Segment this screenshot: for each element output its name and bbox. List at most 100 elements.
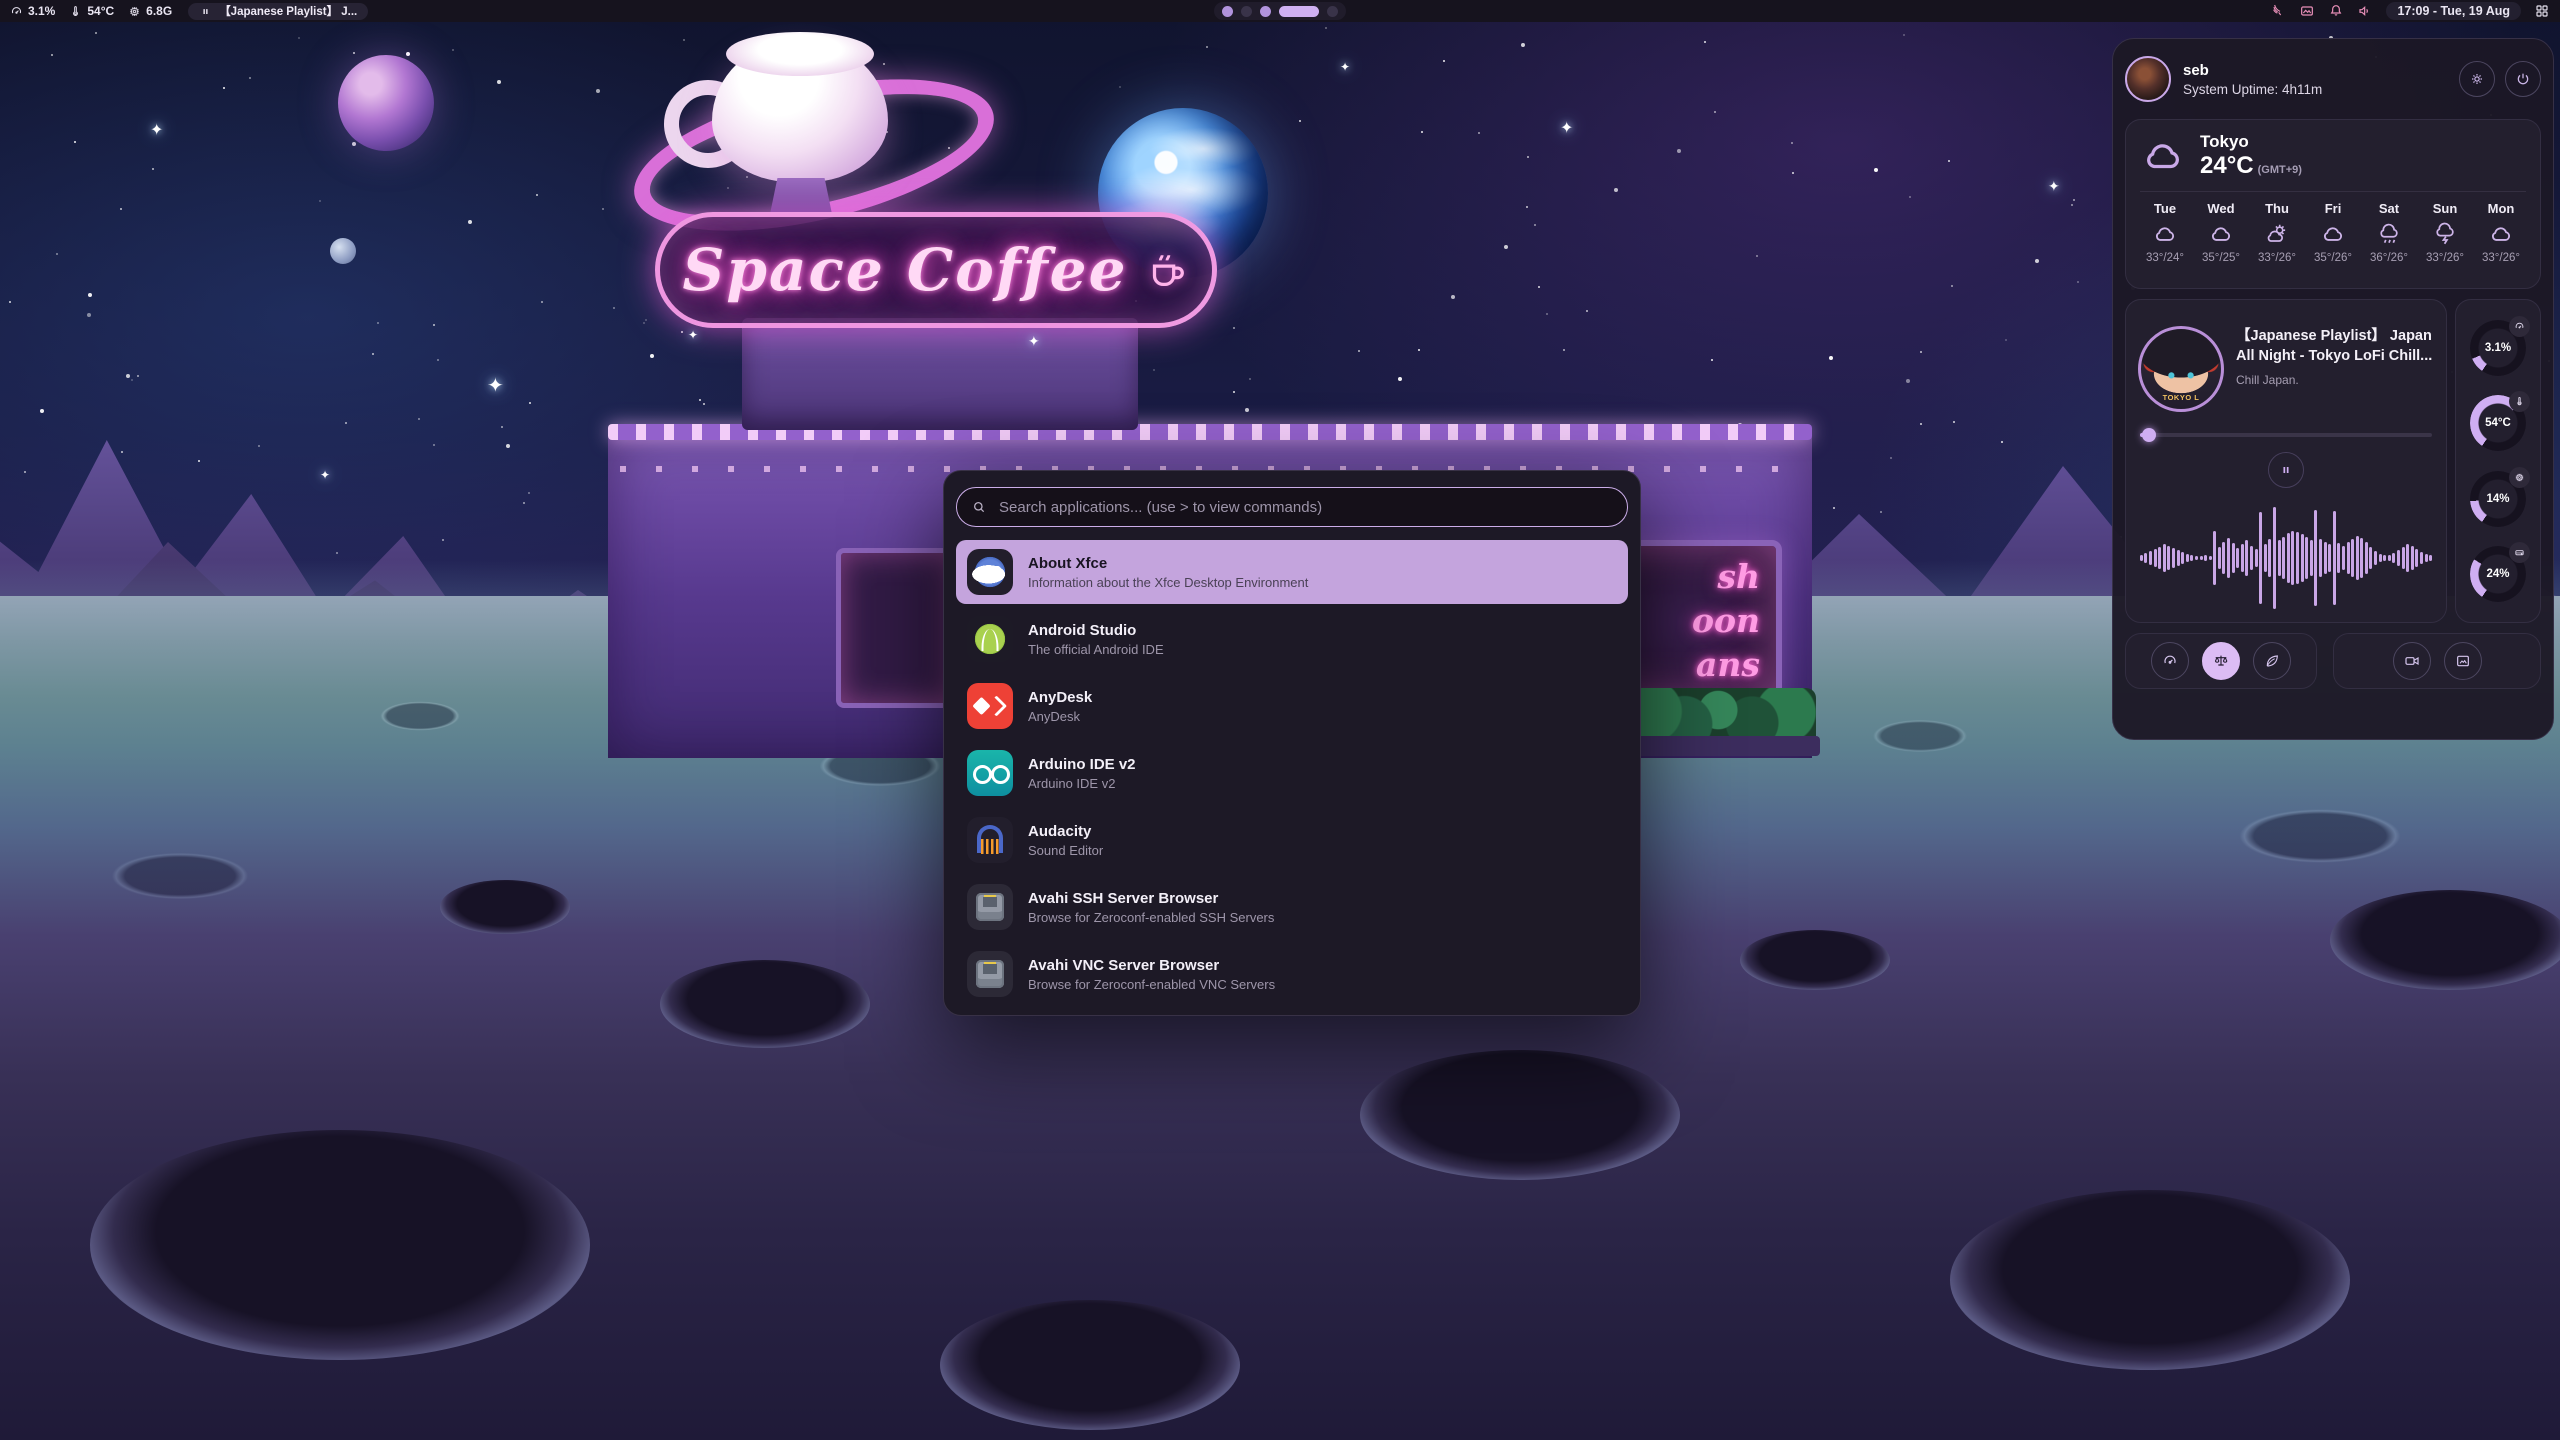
- app-list-item[interactable]: Audacity Sound Editor: [956, 808, 1628, 872]
- weather-current: Tokyo 24°C (GMT+9): [2140, 132, 2526, 180]
- app-description: AnyDesk: [1028, 709, 1092, 724]
- crater: [2330, 890, 2560, 990]
- search-input[interactable]: [997, 498, 1621, 517]
- seek-track: [2140, 433, 2432, 437]
- app-list-item[interactable]: About Xfce Information about the Xfce De…: [956, 540, 1628, 604]
- app-list-item[interactable]: Avahi SSH Server Browser Browse for Zero…: [956, 875, 1628, 939]
- app-description: Browse for Zeroconf-enabled VNC Servers: [1028, 977, 1275, 992]
- seek-knob[interactable]: [2142, 428, 2156, 442]
- forecast-temps: 33°/26°: [2426, 252, 2464, 264]
- pause-button[interactable]: [2268, 452, 2304, 488]
- ring-icon: [2514, 396, 2525, 407]
- stat-value: 3.1%: [28, 4, 55, 18]
- app-list-item[interactable]: Avahi VNC Server Browser Browse for Zero…: [956, 942, 1628, 1006]
- power-icon: [2515, 71, 2531, 87]
- topbar-stat: 3.1%: [10, 4, 55, 18]
- quick-action-button[interactable]: [2444, 642, 2482, 680]
- tray-icon[interactable]: [2299, 3, 2315, 19]
- app-description: Information about the Xfce Desktop Envir…: [1028, 575, 1308, 590]
- crater: [440, 880, 570, 934]
- stat-ring: 54°C: [2470, 395, 2526, 451]
- forecast-temps: 36°/26°: [2370, 252, 2408, 264]
- forecast-day: Sat 36°/26°: [2366, 201, 2412, 264]
- app-icon: [967, 750, 1013, 796]
- workspace-dot[interactable]: [1260, 6, 1271, 17]
- settings-button[interactable]: [2459, 61, 2495, 97]
- now-playing-pill[interactable]: 【Japanese Playlist】 J...: [188, 3, 368, 20]
- app-description: Sound Editor: [1028, 843, 1103, 858]
- album-art-label: TOKYO L: [2141, 393, 2221, 402]
- quick-action-button[interactable]: [2393, 642, 2431, 680]
- crater: [1740, 930, 1890, 990]
- stat-ring: 14%: [2470, 471, 2526, 527]
- quick-action-button[interactable]: [2202, 642, 2240, 680]
- sign-text: Space Coffee: [683, 236, 1128, 304]
- workspace-dot[interactable]: [1222, 6, 1233, 17]
- stat-value: 6.8G: [146, 4, 172, 18]
- stat-icon: [128, 5, 141, 18]
- workspace-dot[interactable]: [1279, 6, 1319, 17]
- now-playing-text: 【Japanese Playlist】 J...: [219, 3, 357, 19]
- app-text: Avahi VNC Server Browser Browse for Zero…: [1028, 957, 1275, 992]
- seek-bar[interactable]: [2138, 428, 2434, 442]
- topbar-stat: 54°C: [69, 4, 114, 18]
- system-uptime: System Uptime: 4h11m: [2183, 82, 2322, 97]
- coffee-cup-base: [770, 178, 832, 214]
- weather-temp: 24°C: [2200, 152, 2254, 180]
- forecast-day: Mon 33°/26°: [2478, 201, 2524, 264]
- search-icon: [971, 499, 987, 515]
- space-coffee-neon-sign: Space Coffee: [655, 212, 1217, 328]
- workspace-indicator[interactable]: [1214, 2, 1346, 20]
- forecast-weather-icon: [2488, 221, 2514, 247]
- clock[interactable]: 17:09 - Tue, 19 Aug: [2386, 2, 2521, 20]
- crater: [660, 960, 870, 1048]
- power-button[interactable]: [2505, 61, 2541, 97]
- ring-badge: [2509, 542, 2530, 563]
- app-name: Audacity: [1028, 823, 1103, 840]
- quick-action-button[interactable]: [2253, 642, 2291, 680]
- star-sparkle: ✦: [320, 468, 330, 482]
- forecast-day-name: Wed: [2207, 201, 2234, 216]
- app-name: Avahi VNC Server Browser: [1028, 957, 1275, 974]
- audio-waveform: [2138, 506, 2434, 610]
- workspace-dot[interactable]: [1327, 6, 1338, 17]
- app-list-item[interactable]: Arduino IDE v2 Arduino IDE v2: [956, 741, 1628, 805]
- tray-icon[interactable]: [2357, 3, 2373, 19]
- app-text: About Xfce Information about the Xfce De…: [1028, 555, 1308, 590]
- app-icon: [967, 817, 1013, 863]
- tray-icon[interactable]: [2328, 3, 2344, 19]
- forecast-day-name: Tue: [2154, 201, 2176, 216]
- tray-icon[interactable]: [2270, 3, 2286, 19]
- album-art[interactable]: TOKYO L: [2138, 326, 2224, 412]
- stat-value: 54°C: [87, 4, 114, 18]
- dashboard-grid-icon[interactable]: [2534, 3, 2550, 19]
- forecast-weather-icon: [2376, 221, 2402, 247]
- search-box[interactable]: [956, 487, 1628, 527]
- application-launcher: About Xfce Information about the Xfce De…: [943, 470, 1641, 1016]
- app-icon: [967, 683, 1013, 729]
- divider: [2140, 191, 2526, 192]
- crater: [1950, 1190, 2350, 1370]
- stat-icon: [69, 5, 82, 18]
- cloud-icon: [2140, 133, 2186, 179]
- forecast-temps: 35°/25°: [2202, 252, 2240, 264]
- widget-panel: seb System Uptime: 4h11m Tokyo 24°C (GMT…: [2112, 38, 2554, 740]
- app-list-item[interactable]: AnyDesk AnyDesk: [956, 674, 1628, 738]
- media-player-widget: TOKYO L 【Japanese Playlist】 Japan All Ni…: [2125, 299, 2447, 623]
- quick-actions-left: [2125, 633, 2317, 689]
- system-stats-group: 3.1% 54°C 6.8G: [10, 4, 172, 18]
- app-description: The official Android IDE: [1028, 642, 1164, 657]
- stat-icon: [10, 5, 23, 18]
- ring-icon: [2514, 547, 2525, 558]
- gear-icon: [2469, 71, 2485, 87]
- workspace-dot[interactable]: [1241, 6, 1252, 17]
- forecast-weather-icon: [2432, 221, 2458, 247]
- star-sparkle: ✦: [150, 120, 163, 140]
- forecast-day: Tue 33°/24°: [2142, 201, 2188, 264]
- app-list-item[interactable]: Android Studio The official Android IDE: [956, 607, 1628, 671]
- quick-actions-right: [2333, 633, 2541, 689]
- weather-widget: Tokyo 24°C (GMT+9) Tue 33°/24° Wed: [2125, 119, 2541, 289]
- app-name: About Xfce: [1028, 555, 1308, 572]
- quick-action-button[interactable]: [2151, 642, 2189, 680]
- avatar[interactable]: [2125, 56, 2171, 102]
